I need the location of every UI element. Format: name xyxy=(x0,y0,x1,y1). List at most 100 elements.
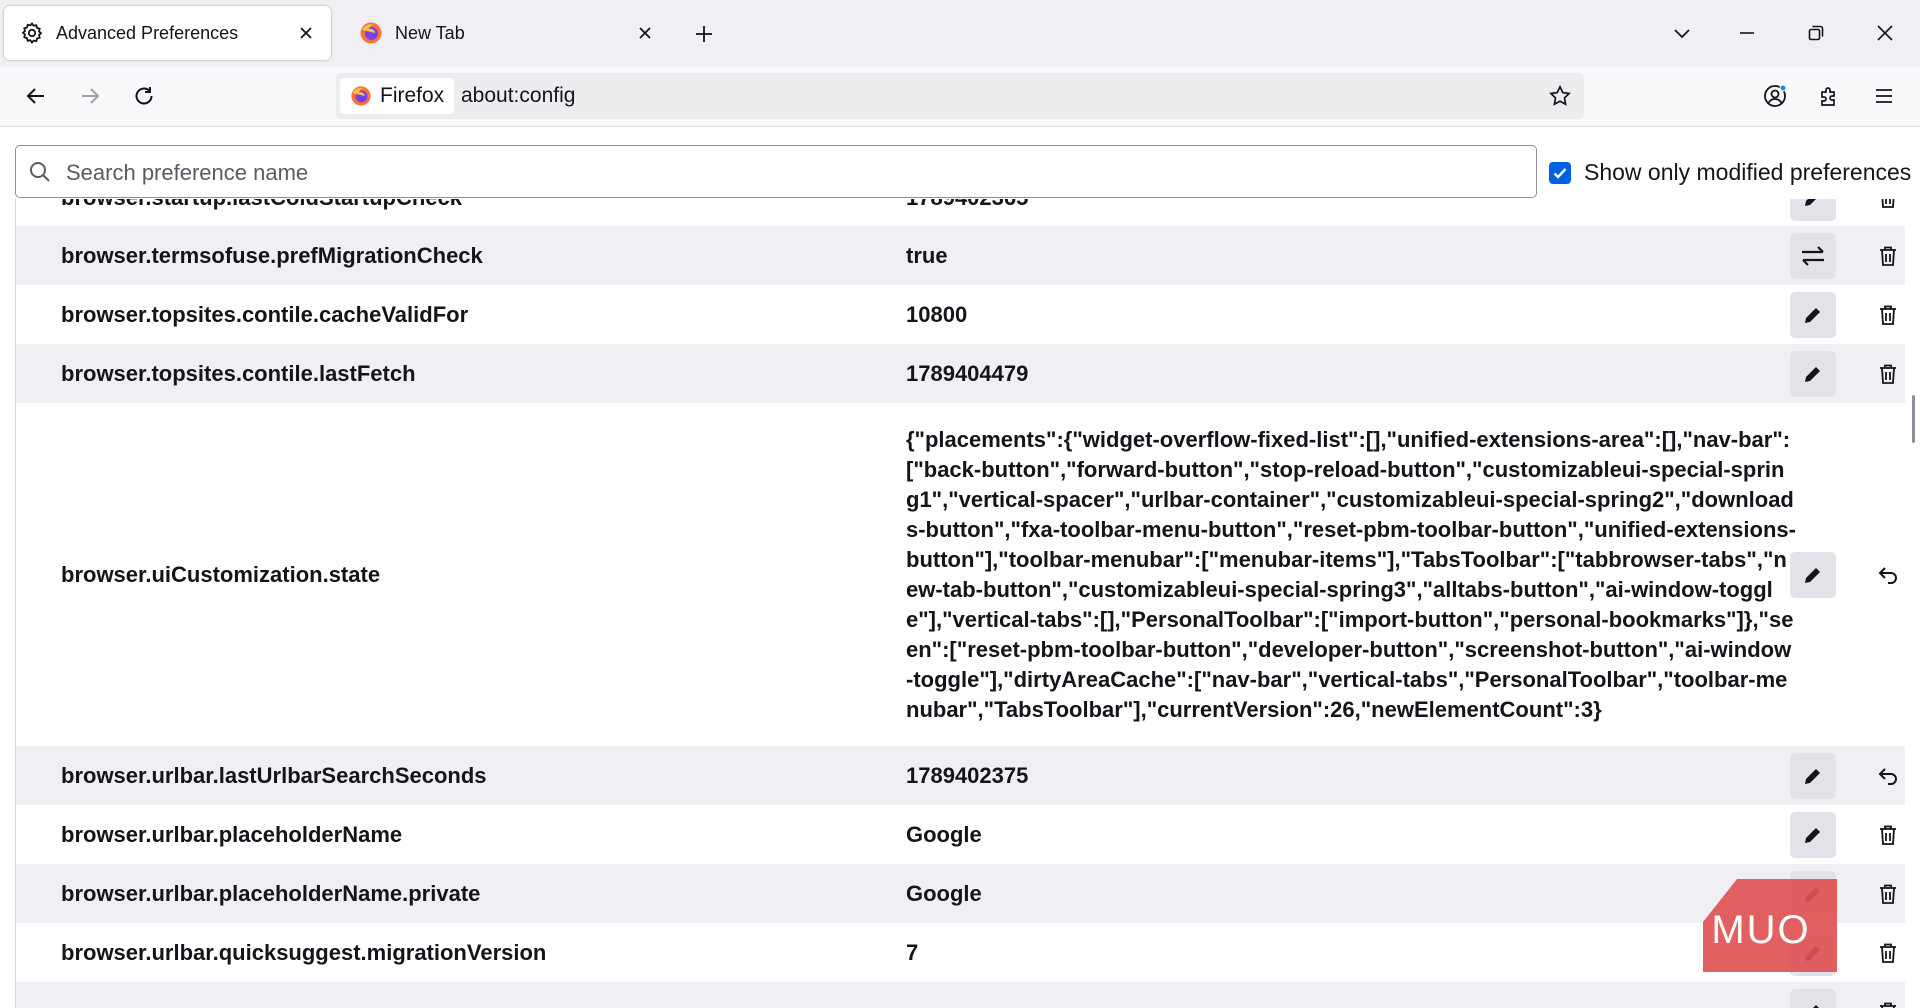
muo-watermark: MUO xyxy=(1701,877,1839,974)
preference-row[interactable]: browser.urlbar.placeholderName Google xyxy=(16,805,1905,864)
preference-row[interactable]: browser.topsites.contile.lastFetch 178940… xyxy=(16,344,1905,403)
tab-strip: Advanced Preferences New Tab xyxy=(0,0,1920,66)
preference-row[interactable]: browser.urlbar.quicksuggest.migrationVer… xyxy=(16,923,1905,982)
reset-button[interactable] xyxy=(1868,756,1905,796)
gear-icon xyxy=(20,21,44,45)
trash-icon xyxy=(1878,245,1898,267)
tab-advanced-preferences[interactable]: Advanced Preferences xyxy=(4,6,331,60)
preference-name: browser.urlbar.placeholderName xyxy=(61,821,403,847)
tab-title: New Tab xyxy=(395,22,465,43)
trash-icon xyxy=(1878,304,1898,326)
trash-icon xyxy=(1878,942,1898,964)
pencil-icon xyxy=(1802,824,1824,846)
preference-row[interactable]: browser.uiCustomization.state {"placement… xyxy=(16,403,1905,746)
delete-button[interactable] xyxy=(1868,199,1905,218)
delete-button[interactable] xyxy=(1868,992,1905,1008)
toggle-button[interactable] xyxy=(1790,232,1836,279)
preference-row[interactable]: browser.urlbar.placeholderName.private Go… xyxy=(16,864,1905,923)
new-tab-button[interactable] xyxy=(688,18,720,50)
chevron-down-icon xyxy=(1672,23,1692,43)
tab-title: Advanced Preferences xyxy=(56,22,239,43)
preference-row[interactable]: browser.topsites.contile.cacheValidFor 10… xyxy=(16,285,1905,344)
preference-row[interactable]: browser.startup.lastColdStartupCheck 1789… xyxy=(16,199,1905,226)
search-icon xyxy=(28,160,52,184)
preference-value: Google xyxy=(906,880,982,906)
preference-row[interactable] xyxy=(16,982,1905,1008)
trash-icon xyxy=(1878,199,1898,209)
preference-name: browser.urlbar.placeholderName.private xyxy=(61,880,481,906)
delete-button[interactable] xyxy=(1868,815,1905,855)
close-tab-icon[interactable] xyxy=(293,20,319,46)
preferences-table: browser.startup.lastColdStartupCheck 1789… xyxy=(15,199,1905,1008)
bookmark-star-button[interactable] xyxy=(1544,80,1576,112)
delete-button[interactable] xyxy=(1868,236,1905,276)
list-all-tabs-button[interactable] xyxy=(1666,17,1698,49)
account-button[interactable] xyxy=(1758,79,1792,113)
forward-button[interactable] xyxy=(73,79,107,113)
toggle-arrows-icon xyxy=(1800,245,1826,267)
url-text[interactable]: about:config xyxy=(461,84,575,108)
tab-new-tab[interactable]: New Tab xyxy=(343,6,670,60)
edit-button[interactable] xyxy=(1790,551,1836,598)
edit-button[interactable] xyxy=(1790,291,1836,338)
back-button[interactable] xyxy=(19,79,53,113)
edit-button[interactable] xyxy=(1790,752,1836,799)
restore-button[interactable] xyxy=(1800,17,1832,49)
delete-button[interactable] xyxy=(1868,295,1905,335)
plus-icon xyxy=(694,24,714,44)
minimize-button[interactable] xyxy=(1731,17,1763,49)
star-icon xyxy=(1548,84,1572,108)
preference-value: 7 xyxy=(906,939,919,965)
delete-button[interactable] xyxy=(1868,933,1905,973)
preference-row[interactable]: browser.termsofuse.prefMigrationCheck tru… xyxy=(16,226,1905,285)
edit-button[interactable] xyxy=(1790,199,1836,221)
scrollbar-thumb[interactable] xyxy=(1912,395,1915,443)
identity-box[interactable]: Firefox xyxy=(340,78,455,114)
reload-button[interactable] xyxy=(127,79,161,113)
pencil-icon xyxy=(1802,765,1824,787)
show-modified-toggle[interactable]: Show only modified preferences xyxy=(1549,159,1911,186)
identity-label: Firefox xyxy=(380,84,445,107)
puzzle-icon xyxy=(1818,84,1842,108)
preference-value: true xyxy=(906,242,948,268)
close-tab-icon[interactable] xyxy=(632,20,658,46)
search-input[interactable] xyxy=(64,148,1518,197)
trash-icon xyxy=(1878,1001,1898,1008)
edit-button[interactable] xyxy=(1790,811,1836,858)
trash-icon xyxy=(1878,824,1898,846)
pencil-icon xyxy=(1802,1001,1824,1008)
close-window-button[interactable] xyxy=(1869,17,1901,49)
extensions-button[interactable] xyxy=(1813,79,1847,113)
account-icon xyxy=(1762,83,1788,109)
minimize-icon xyxy=(1738,24,1756,42)
arrow-left-icon xyxy=(25,85,47,107)
pencil-icon xyxy=(1802,304,1824,326)
preference-name: browser.startup.lastColdStartupCheck xyxy=(61,199,462,211)
reset-button[interactable] xyxy=(1868,555,1905,595)
delete-button[interactable] xyxy=(1868,354,1905,394)
arrow-right-icon xyxy=(79,85,101,107)
show-modified-label: Show only modified preferences xyxy=(1584,159,1912,185)
url-bar[interactable]: Firefox about:config xyxy=(336,73,1584,119)
restore-icon xyxy=(1807,24,1825,42)
preference-row[interactable]: browser.urlbar.lastUrlbarSearchSeconds 17… xyxy=(16,746,1905,805)
preference-name: browser.urlbar.lastUrlbarSearchSeconds xyxy=(61,762,487,788)
delete-button[interactable] xyxy=(1868,874,1905,914)
preference-name: browser.urlbar.quicksuggest.migrationVer… xyxy=(61,939,547,965)
pencil-icon xyxy=(1802,564,1824,586)
show-modified-checkbox[interactable] xyxy=(1549,161,1571,184)
undo-icon xyxy=(1877,564,1899,586)
preference-value: 1789402365 xyxy=(906,199,1796,213)
trash-icon xyxy=(1878,883,1898,905)
reload-icon xyxy=(133,85,155,107)
firefox-icon xyxy=(359,21,383,45)
edit-button[interactable] xyxy=(1790,988,1836,1008)
preference-value: 1789402375 xyxy=(906,762,1029,788)
edit-button[interactable] xyxy=(1790,350,1836,397)
preferences-list: browser.startup.lastColdStartupCheck 1789… xyxy=(16,199,1905,1008)
app-menu-button[interactable] xyxy=(1867,79,1901,113)
preference-value: 1789404479 xyxy=(906,360,1029,386)
pencil-icon xyxy=(1802,363,1824,385)
close-icon xyxy=(1876,24,1894,42)
preference-search xyxy=(15,145,1537,198)
